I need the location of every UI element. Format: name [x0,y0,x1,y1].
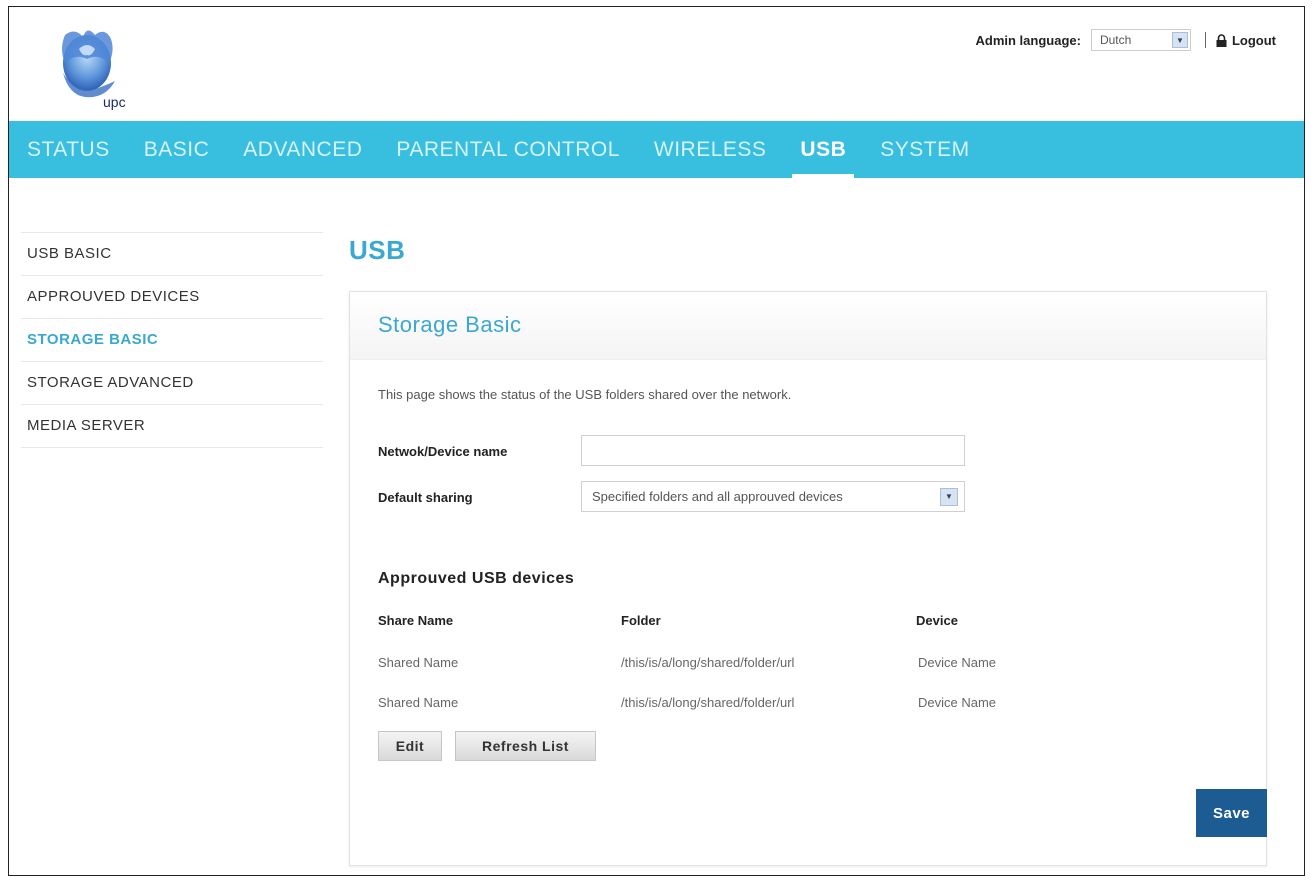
admin-language-label: Admin language: [975,32,1081,48]
device-name-label: Netwok/Device name [378,444,508,459]
save-button[interactable]: Save [1196,789,1267,837]
nav-usb[interactable]: USB [792,121,855,178]
sidebar-item-usb-basic[interactable]: USB BASIC [21,232,323,275]
nav-wireless[interactable]: WIRELESS [654,121,767,178]
sidebar-item-approuved-devices[interactable]: APPROUVED DEVICES [21,275,323,318]
nav-system[interactable]: SYSTEM [880,121,969,178]
page-title: USB [349,235,406,265]
main-nav: STATUS BASIC ADVANCED PARENTAL CONTROL W… [9,121,1304,178]
folder-cell: /this/is/a/long/shared/folder/url [621,695,795,710]
approuved-devices-title: Approuved USB devices [378,570,575,587]
sidebar-item-storage-advanced[interactable]: STORAGE ADVANCED [21,361,323,404]
refresh-list-button[interactable]: Refresh List [455,731,596,761]
share-name-cell: Shared Name [378,655,459,670]
column-header-device: Device [916,613,958,628]
nav-status[interactable]: STATUS [27,121,110,178]
page-description: This page shows the status of the USB fo… [378,387,792,402]
column-header-folder: Folder [621,613,661,628]
device-name-input[interactable] [581,435,965,466]
device-cell: Device Name [918,695,997,710]
column-header-share-name: Share Name [378,613,454,628]
nav-parental-control[interactable]: PARENTAL CONTROL [396,121,619,178]
header-divider [1204,32,1206,48]
chevron-down-icon[interactable]: ▼ [940,487,958,506]
sidebar-item-media-server[interactable]: MEDIA SERVER [21,404,323,448]
default-sharing-select[interactable]: Specified folders and all approuved devi… [581,481,965,512]
upc-logo [35,23,145,113]
header-controls: Admin language: Dutch ▼ Logout [975,29,1276,51]
sidebar-item-storage-basic[interactable]: STORAGE BASIC [21,318,323,361]
edit-button[interactable]: Edit [378,731,442,761]
storage-basic-panel: Storage Basic This page shows the status… [349,291,1267,866]
admin-language-select[interactable]: Dutch ▼ [1090,29,1191,51]
default-sharing-label: Default sharing [378,490,473,505]
nav-advanced[interactable]: ADVANCED [243,121,362,178]
default-sharing-value: Specified folders and all approuved devi… [592,489,843,504]
router-admin-page: upc Admin language: Dutch ▼ Logout STATU… [8,6,1305,876]
panel-title: Storage Basic [378,312,522,337]
lock-icon [1216,33,1227,47]
admin-language-value: Dutch [1099,33,1132,47]
device-cell: Device Name [918,655,997,670]
share-name-cell: Shared Name [378,695,459,710]
sidebar: USB BASIC APPROUVED DEVICES STORAGE BASI… [21,232,323,448]
logo-text: upc [103,94,126,110]
folder-cell: /this/is/a/long/shared/folder/url [621,655,795,670]
nav-basic[interactable]: BASIC [144,121,210,178]
logout-link[interactable]: Logout [1216,33,1276,48]
logout-label: Logout [1231,32,1276,48]
chevron-down-icon[interactable]: ▼ [1171,32,1188,48]
